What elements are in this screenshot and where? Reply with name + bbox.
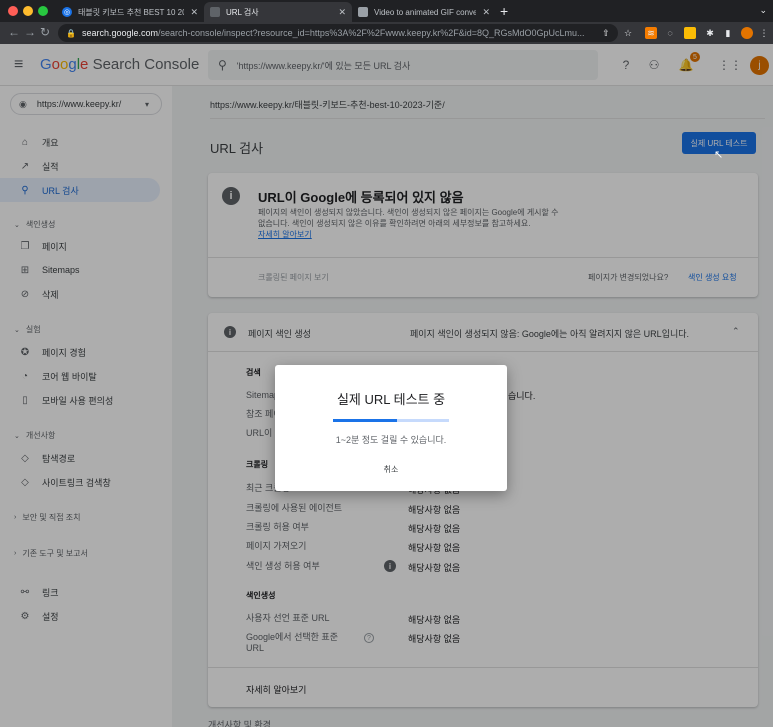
- browser-toolbar: ← → ↻ 🔒 search.google.com/search-console…: [0, 22, 773, 44]
- close-tab-icon[interactable]: ✕: [338, 7, 346, 18]
- back-arrow-icon[interactable]: ←: [8, 25, 20, 39]
- browser-tab[interactable]: ◎ 태블릿 키보드 추천 BEST 10 2023 ✕: [56, 2, 204, 22]
- profile-avatar-icon[interactable]: [741, 27, 753, 39]
- sidepanel-icon[interactable]: ▮: [722, 27, 734, 39]
- minimize-window-button[interactable]: [23, 6, 33, 16]
- address-bar[interactable]: 🔒 search.google.com/search-console/inspe…: [58, 24, 618, 42]
- browser-tab-active[interactable]: URL 검사 ✕: [204, 2, 352, 22]
- close-tab-icon[interactable]: ✕: [482, 7, 490, 18]
- forward-arrow-icon[interactable]: →: [24, 25, 36, 39]
- progress-bar-fill: [333, 419, 397, 422]
- zoom-window-button[interactable]: [38, 6, 48, 16]
- browser-tab[interactable]: Video to animated GIF convert ✕: [352, 2, 496, 22]
- mouse-cursor-icon: ↖: [714, 149, 724, 161]
- gif-site-favicon-icon: [358, 7, 368, 17]
- bookmark-star-icon[interactable]: ☆: [622, 27, 634, 39]
- dialog-message: 1~2분 정도 걸릴 수 있습니다.: [335, 435, 447, 445]
- tab-search-chevron-icon[interactable]: ⌄: [759, 5, 767, 16]
- browser-menu-icon[interactable]: ⋮: [758, 27, 770, 39]
- reload-icon[interactable]: ↻: [40, 25, 50, 39]
- close-tab-icon[interactable]: ✕: [190, 7, 198, 18]
- lock-icon: 🔒: [66, 28, 76, 38]
- close-window-button[interactable]: [8, 6, 18, 16]
- notes-extension-icon[interactable]: [684, 27, 696, 39]
- new-tab-icon[interactable]: +: [500, 3, 508, 19]
- progress-bar: [333, 419, 449, 422]
- site-favicon-icon: ◎: [62, 7, 72, 17]
- live-test-dialog: 실제 URL 테스트 중 1~2분 정도 걸릴 수 있습니다. 취소: [275, 365, 507, 491]
- dialog-title: 실제 URL 테스트 중: [336, 392, 446, 407]
- search-console-favicon-icon: [210, 7, 220, 17]
- cancel-button[interactable]: 취소: [371, 459, 411, 479]
- rss-extension-icon[interactable]: ≋: [645, 27, 657, 39]
- puzzle-extensions-icon[interactable]: ✱: [704, 27, 716, 39]
- browser-tab-strip: ◎ 태블릿 키보드 추천 BEST 10 2023 ✕ URL 검사 ✕ Vid…: [0, 0, 773, 22]
- share-icon[interactable]: ⇧: [600, 27, 612, 39]
- extension-icon[interactable]: ◌: [664, 27, 676, 39]
